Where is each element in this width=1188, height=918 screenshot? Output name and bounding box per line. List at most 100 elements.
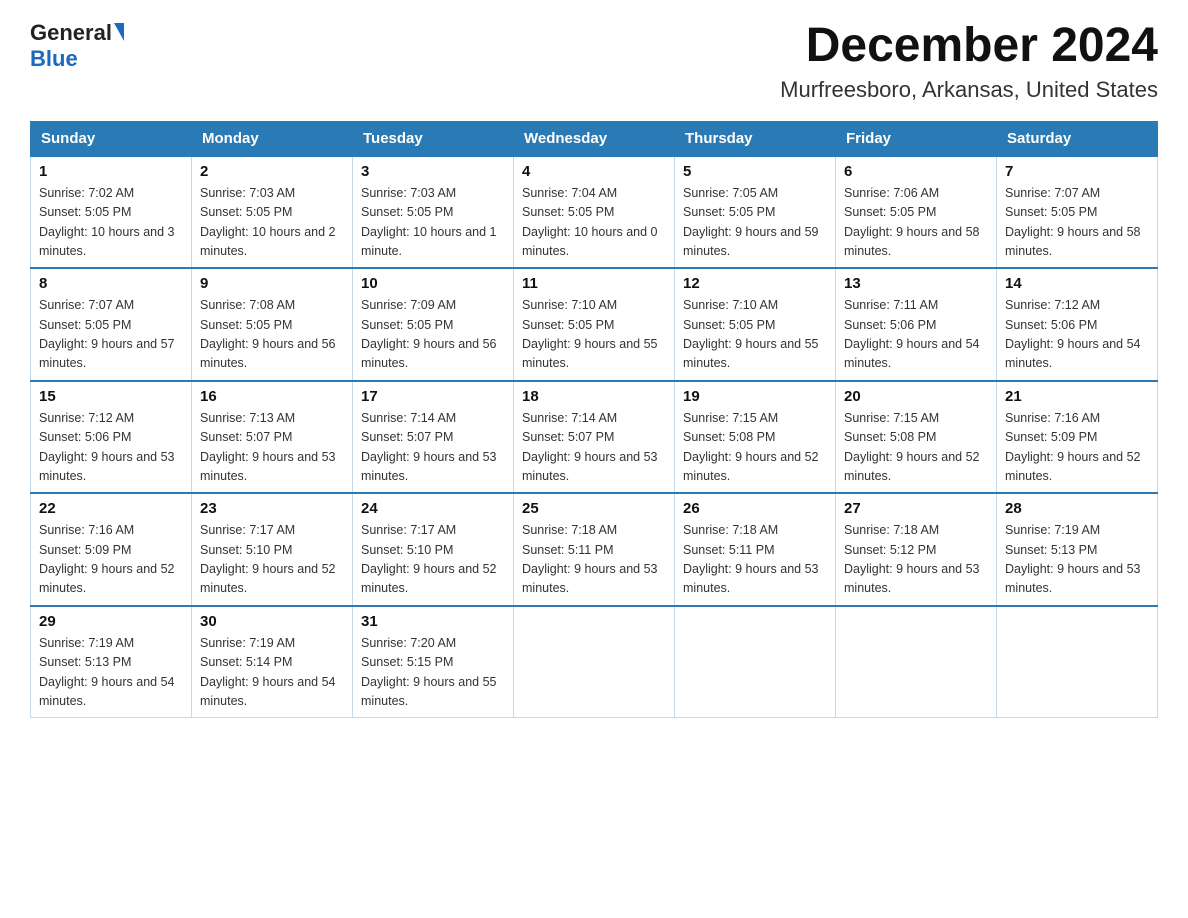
day-cell: 2 Sunrise: 7:03 AM Sunset: 5:05 PM Dayli… — [192, 156, 353, 269]
day-info: Sunrise: 7:13 AM Sunset: 5:07 PM Dayligh… — [200, 409, 344, 487]
header-cell-saturday: Saturday — [997, 121, 1158, 156]
day-info: Sunrise: 7:10 AM Sunset: 5:05 PM Dayligh… — [522, 296, 666, 374]
day-info: Sunrise: 7:15 AM Sunset: 5:08 PM Dayligh… — [844, 409, 988, 487]
day-info: Sunrise: 7:19 AM Sunset: 5:13 PM Dayligh… — [39, 634, 183, 712]
day-number: 28 — [1005, 500, 1149, 517]
day-info: Sunrise: 7:18 AM Sunset: 5:11 PM Dayligh… — [522, 521, 666, 599]
day-info: Sunrise: 7:18 AM Sunset: 5:11 PM Dayligh… — [683, 521, 827, 599]
day-number: 9 — [200, 275, 344, 292]
day-info: Sunrise: 7:03 AM Sunset: 5:05 PM Dayligh… — [200, 184, 344, 262]
day-number: 30 — [200, 613, 344, 630]
week-row-4: 22 Sunrise: 7:16 AM Sunset: 5:09 PM Dayl… — [31, 493, 1158, 606]
day-cell: 8 Sunrise: 7:07 AM Sunset: 5:05 PM Dayli… — [31, 268, 192, 381]
logo: General Blue — [30, 20, 124, 72]
day-number: 12 — [683, 275, 827, 292]
day-cell: 22 Sunrise: 7:16 AM Sunset: 5:09 PM Dayl… — [31, 493, 192, 606]
day-cell: 31 Sunrise: 7:20 AM Sunset: 5:15 PM Dayl… — [353, 606, 514, 718]
day-cell: 17 Sunrise: 7:14 AM Sunset: 5:07 PM Dayl… — [353, 381, 514, 494]
week-row-3: 15 Sunrise: 7:12 AM Sunset: 5:06 PM Dayl… — [31, 381, 1158, 494]
day-number: 21 — [1005, 388, 1149, 405]
day-info: Sunrise: 7:19 AM Sunset: 5:13 PM Dayligh… — [1005, 521, 1149, 599]
day-number: 8 — [39, 275, 183, 292]
day-cell: 30 Sunrise: 7:19 AM Sunset: 5:14 PM Dayl… — [192, 606, 353, 718]
day-cell: 21 Sunrise: 7:16 AM Sunset: 5:09 PM Dayl… — [997, 381, 1158, 494]
subtitle: Murfreesboro, Arkansas, United States — [780, 77, 1158, 103]
week-row-1: 1 Sunrise: 7:02 AM Sunset: 5:05 PM Dayli… — [31, 156, 1158, 269]
day-info: Sunrise: 7:17 AM Sunset: 5:10 PM Dayligh… — [200, 521, 344, 599]
day-info: Sunrise: 7:10 AM Sunset: 5:05 PM Dayligh… — [683, 296, 827, 374]
day-cell: 7 Sunrise: 7:07 AM Sunset: 5:05 PM Dayli… — [997, 156, 1158, 269]
day-number: 26 — [683, 500, 827, 517]
day-info: Sunrise: 7:12 AM Sunset: 5:06 PM Dayligh… — [39, 409, 183, 487]
calendar-body: 1 Sunrise: 7:02 AM Sunset: 5:05 PM Dayli… — [31, 156, 1158, 718]
day-info: Sunrise: 7:12 AM Sunset: 5:06 PM Dayligh… — [1005, 296, 1149, 374]
day-number: 15 — [39, 388, 183, 405]
day-cell: 19 Sunrise: 7:15 AM Sunset: 5:08 PM Dayl… — [675, 381, 836, 494]
day-info: Sunrise: 7:18 AM Sunset: 5:12 PM Dayligh… — [844, 521, 988, 599]
day-cell — [514, 606, 675, 718]
logo-triangle-icon — [114, 23, 124, 41]
day-number: 11 — [522, 275, 666, 292]
day-cell: 26 Sunrise: 7:18 AM Sunset: 5:11 PM Dayl… — [675, 493, 836, 606]
day-info: Sunrise: 7:07 AM Sunset: 5:05 PM Dayligh… — [1005, 184, 1149, 262]
day-info: Sunrise: 7:15 AM Sunset: 5:08 PM Dayligh… — [683, 409, 827, 487]
day-number: 5 — [683, 163, 827, 180]
day-number: 27 — [844, 500, 988, 517]
day-number: 25 — [522, 500, 666, 517]
day-info: Sunrise: 7:08 AM Sunset: 5:05 PM Dayligh… — [200, 296, 344, 374]
day-cell: 13 Sunrise: 7:11 AM Sunset: 5:06 PM Dayl… — [836, 268, 997, 381]
title-area: December 2024 Murfreesboro, Arkansas, Un… — [780, 20, 1158, 103]
calendar-table: SundayMondayTuesdayWednesdayThursdayFrid… — [30, 121, 1158, 719]
day-cell: 18 Sunrise: 7:14 AM Sunset: 5:07 PM Dayl… — [514, 381, 675, 494]
day-number: 16 — [200, 388, 344, 405]
day-number: 18 — [522, 388, 666, 405]
header-cell-sunday: Sunday — [31, 121, 192, 156]
day-info: Sunrise: 7:05 AM Sunset: 5:05 PM Dayligh… — [683, 184, 827, 262]
day-cell: 29 Sunrise: 7:19 AM Sunset: 5:13 PM Dayl… — [31, 606, 192, 718]
header-cell-thursday: Thursday — [675, 121, 836, 156]
day-info: Sunrise: 7:14 AM Sunset: 5:07 PM Dayligh… — [361, 409, 505, 487]
day-number: 31 — [361, 613, 505, 630]
day-cell: 15 Sunrise: 7:12 AM Sunset: 5:06 PM Dayl… — [31, 381, 192, 494]
day-info: Sunrise: 7:19 AM Sunset: 5:14 PM Dayligh… — [200, 634, 344, 712]
day-info: Sunrise: 7:16 AM Sunset: 5:09 PM Dayligh… — [1005, 409, 1149, 487]
logo-blue-text: Blue — [30, 46, 78, 72]
day-number: 3 — [361, 163, 505, 180]
day-cell: 10 Sunrise: 7:09 AM Sunset: 5:05 PM Dayl… — [353, 268, 514, 381]
day-number: 24 — [361, 500, 505, 517]
main-title: December 2024 — [780, 20, 1158, 73]
day-number: 4 — [522, 163, 666, 180]
week-row-2: 8 Sunrise: 7:07 AM Sunset: 5:05 PM Dayli… — [31, 268, 1158, 381]
day-number: 14 — [1005, 275, 1149, 292]
day-number: 29 — [39, 613, 183, 630]
day-number: 22 — [39, 500, 183, 517]
header-cell-friday: Friday — [836, 121, 997, 156]
day-cell: 5 Sunrise: 7:05 AM Sunset: 5:05 PM Dayli… — [675, 156, 836, 269]
day-number: 7 — [1005, 163, 1149, 180]
day-number: 19 — [683, 388, 827, 405]
day-cell: 16 Sunrise: 7:13 AM Sunset: 5:07 PM Dayl… — [192, 381, 353, 494]
day-cell: 3 Sunrise: 7:03 AM Sunset: 5:05 PM Dayli… — [353, 156, 514, 269]
day-cell: 6 Sunrise: 7:06 AM Sunset: 5:05 PM Dayli… — [836, 156, 997, 269]
logo-general-text: General — [30, 20, 112, 46]
day-info: Sunrise: 7:06 AM Sunset: 5:05 PM Dayligh… — [844, 184, 988, 262]
header-cell-tuesday: Tuesday — [353, 121, 514, 156]
day-cell — [836, 606, 997, 718]
day-cell: 24 Sunrise: 7:17 AM Sunset: 5:10 PM Dayl… — [353, 493, 514, 606]
day-cell: 1 Sunrise: 7:02 AM Sunset: 5:05 PM Dayli… — [31, 156, 192, 269]
day-info: Sunrise: 7:09 AM Sunset: 5:05 PM Dayligh… — [361, 296, 505, 374]
day-number: 10 — [361, 275, 505, 292]
day-number: 6 — [844, 163, 988, 180]
header-cell-monday: Monday — [192, 121, 353, 156]
day-number: 17 — [361, 388, 505, 405]
day-number: 2 — [200, 163, 344, 180]
day-cell: 25 Sunrise: 7:18 AM Sunset: 5:11 PM Dayl… — [514, 493, 675, 606]
header-cell-wednesday: Wednesday — [514, 121, 675, 156]
day-info: Sunrise: 7:02 AM Sunset: 5:05 PM Dayligh… — [39, 184, 183, 262]
page-header: General Blue December 2024 Murfreesboro,… — [30, 20, 1158, 103]
day-info: Sunrise: 7:04 AM Sunset: 5:05 PM Dayligh… — [522, 184, 666, 262]
day-info: Sunrise: 7:07 AM Sunset: 5:05 PM Dayligh… — [39, 296, 183, 374]
header-row: SundayMondayTuesdayWednesdayThursdayFrid… — [31, 121, 1158, 156]
day-cell: 14 Sunrise: 7:12 AM Sunset: 5:06 PM Dayl… — [997, 268, 1158, 381]
day-cell: 4 Sunrise: 7:04 AM Sunset: 5:05 PM Dayli… — [514, 156, 675, 269]
